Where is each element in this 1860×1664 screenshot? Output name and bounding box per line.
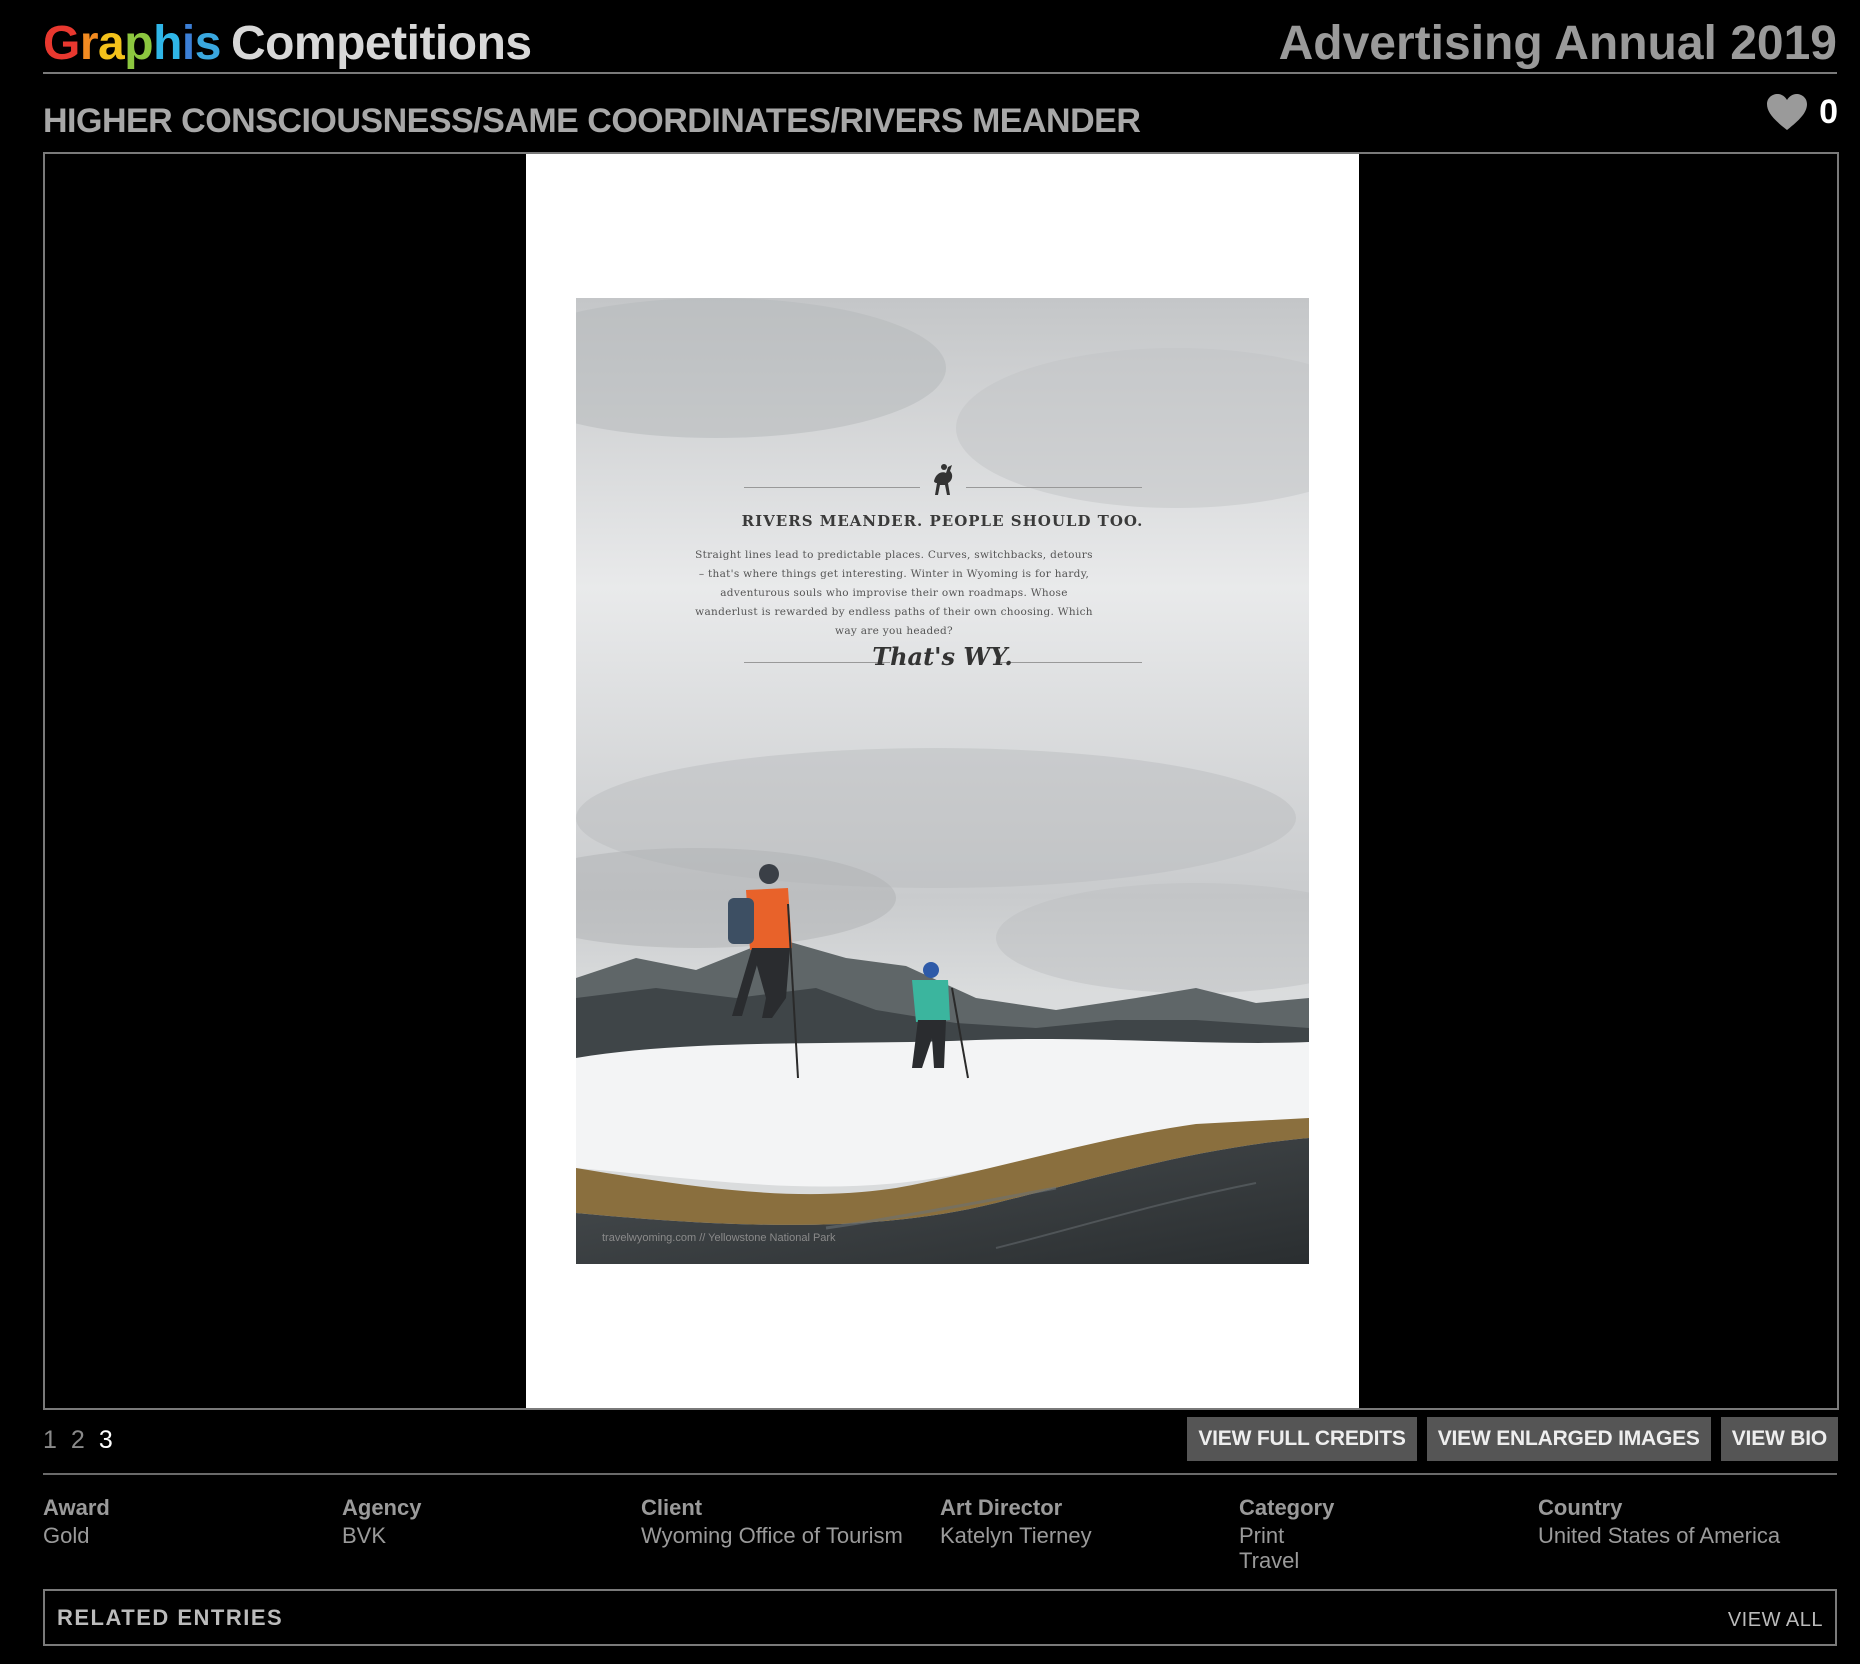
- detail-category: Category Print Travel: [1239, 1495, 1335, 1573]
- view-full-credits-button[interactable]: VIEW FULL CREDITS: [1187, 1417, 1417, 1461]
- annual-title: Advertising Annual 2019: [1278, 17, 1837, 70]
- page-link-1[interactable]: 1: [43, 1426, 57, 1455]
- ad-rule-top-left: [744, 487, 920, 488]
- logo-suffix: Competitions: [230, 17, 532, 70]
- entry-actions: VIEW FULL CREDITS VIEW ENLARGED IMAGES V…: [1187, 1417, 1838, 1461]
- detail-art-director: Art Director Katelyn Tierney: [940, 1495, 1092, 1548]
- ad-body-copy: Straight lines lead to predictable place…: [695, 549, 1093, 637]
- view-bio-button[interactable]: VIEW BIO: [1720, 1417, 1838, 1461]
- page-link-3-current[interactable]: 3: [99, 1426, 113, 1455]
- view-all-link[interactable]: VIEW ALL: [1728, 1609, 1823, 1632]
- detail-agency: Agency BVK: [342, 1495, 422, 1548]
- graphis-logo[interactable]: Graphis Competitions: [43, 16, 532, 71]
- ad-photo: [576, 298, 1309, 1264]
- detail-client: Client Wyoming Office of Tourism: [641, 1495, 903, 1548]
- image-pager: 1 2 3: [43, 1426, 113, 1455]
- ad-headline: RIVERS MEANDER. PEOPLE SHOULD TOO.: [741, 512, 1144, 530]
- entry-title: HIGHER CONSCIOUSNESS/SAME COORDINATES/RI…: [43, 102, 1141, 140]
- ad-tagline: That's WY.: [872, 642, 1013, 671]
- image-viewer: RIVERS MEANDER. PEOPLE SHOULD TOO. Strai…: [43, 152, 1839, 1410]
- like-count: 0: [1819, 92, 1838, 131]
- view-enlarged-images-button[interactable]: VIEW ENLARGED IMAGES: [1426, 1417, 1711, 1461]
- section-divider: [43, 1473, 1837, 1475]
- ad-photo-credit: travelwyoming.com // Yellowstone Nationa…: [602, 1232, 836, 1244]
- related-entries-bar: RELATED ENTRIES VIEW ALL: [43, 1589, 1837, 1646]
- ad-rule-top-right: [966, 487, 1142, 488]
- heart-icon[interactable]: [1765, 92, 1809, 132]
- detail-award: Award Gold: [43, 1495, 110, 1548]
- like-widget[interactable]: 0: [1765, 92, 1838, 132]
- bucking-horse-icon: [930, 461, 956, 499]
- ad-poster[interactable]: RIVERS MEANDER. PEOPLE SHOULD TOO. Strai…: [526, 154, 1359, 1408]
- detail-country: Country United States of America: [1538, 1495, 1781, 1548]
- page-link-2[interactable]: 2: [71, 1426, 85, 1455]
- site-header: Graphis Competitions Advertising Annual 2…: [43, 14, 1837, 74]
- related-entries-title: RELATED ENTRIES: [57, 1605, 284, 1630]
